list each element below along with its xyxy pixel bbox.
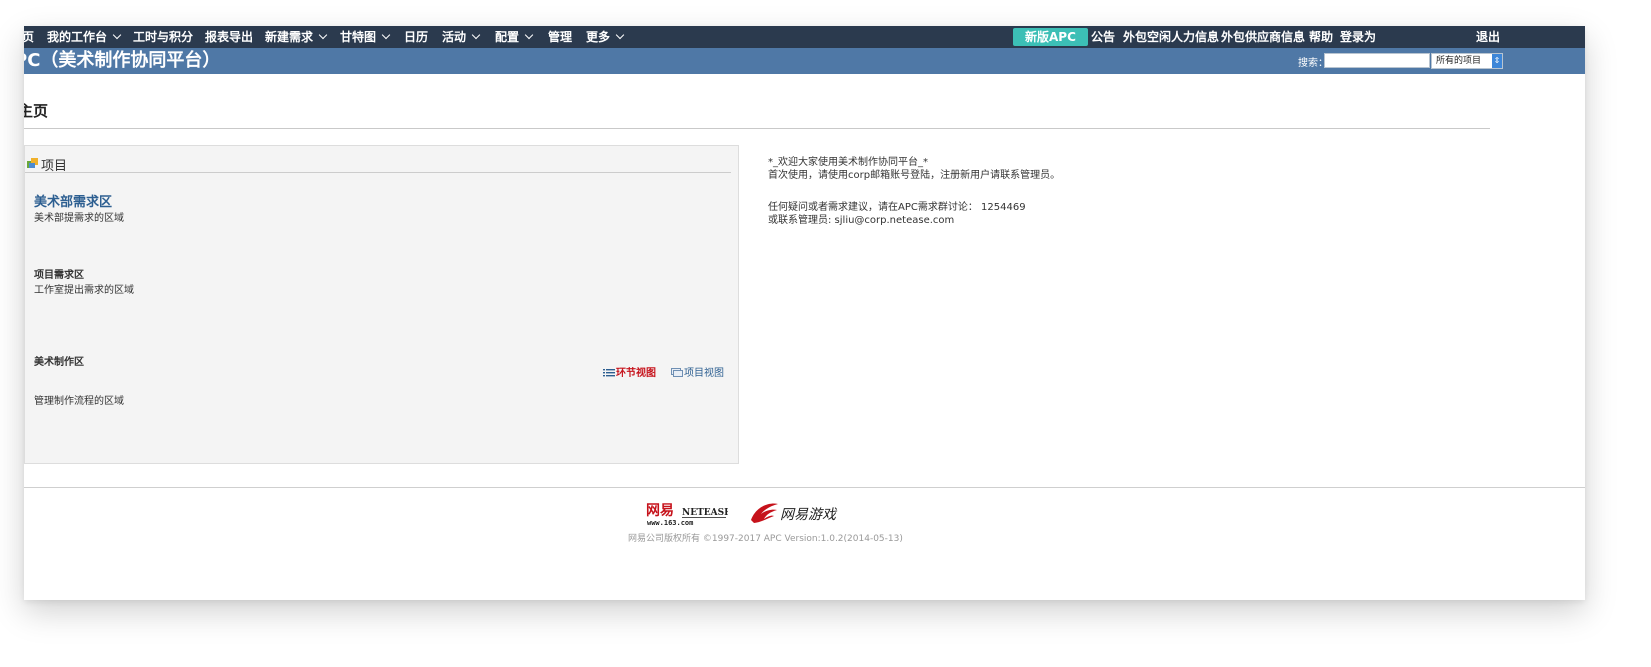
nav-config-label: 配置 bbox=[495, 30, 520, 44]
list-icon bbox=[603, 369, 615, 377]
nav-activity[interactable]: 活动 bbox=[442, 26, 481, 48]
project-view-label: 项目视图 bbox=[684, 368, 724, 379]
netease-games-logo: 网易游戏 bbox=[751, 503, 838, 523]
nav-activity-label: 活动 bbox=[442, 30, 467, 44]
stage-view-label: 环节视图 bbox=[616, 368, 656, 379]
chevron-down-icon bbox=[381, 30, 391, 40]
chevron-down-icon bbox=[524, 30, 534, 40]
nav-home-label: 页 bbox=[24, 30, 35, 44]
nav-manage-label: 管理 bbox=[548, 30, 573, 44]
search-input[interactable] bbox=[1324, 53, 1430, 68]
project-view-link[interactable]: 项目视图 bbox=[671, 364, 724, 379]
nav-new-request[interactable]: 新建需求 bbox=[265, 26, 328, 48]
zone-project-request-desc: 工作室提出需求的区域 bbox=[34, 285, 134, 296]
stage-view-link[interactable]: 环节视图 bbox=[603, 364, 656, 379]
search-scope-select[interactable]: 所有的项目 ⇕ bbox=[1431, 53, 1503, 69]
welcome-line-3: 任何疑问或者需求建议，请在APC需求群讨论： 1254469 bbox=[768, 202, 1026, 213]
nav-help[interactable]: 帮助 bbox=[1309, 26, 1333, 48]
heading-divider bbox=[24, 128, 1490, 129]
welcome-line-4: 或联系管理员: sjliu@corp.netease.com bbox=[768, 215, 955, 226]
search-scope-value: 所有的项目 bbox=[1436, 56, 1482, 66]
nav-report-export-label: 报表导出 bbox=[205, 30, 254, 44]
nav-outsource-vendor[interactable]: 外包供应商信息 bbox=[1221, 26, 1305, 48]
zone-art-production-link[interactable]: 美术制作区 bbox=[34, 353, 84, 368]
chevron-down-icon bbox=[112, 30, 122, 40]
netease-logo: 网易 NETEASE www.163.com bbox=[646, 503, 728, 527]
header-bar: PC（美术制作协同平台） 搜索： 所有的项目 ⇕ bbox=[24, 48, 1585, 74]
projects-panel: 项目 美术部需求区 美术部提需求的区域 项目需求区 工作室提出需求的区域 美术制… bbox=[24, 145, 739, 464]
nav-worktime-points[interactable]: 工时与积分 bbox=[133, 26, 193, 48]
nav-worktime-points-label: 工时与积分 bbox=[133, 30, 194, 44]
nav-announcement[interactable]: 公告 bbox=[1091, 26, 1115, 48]
nav-logout[interactable]: 退出 bbox=[1476, 26, 1500, 48]
nav-new-request-label: 新建需求 bbox=[265, 30, 314, 44]
project-folder-icon bbox=[27, 158, 38, 168]
nav-manage[interactable]: 管理 bbox=[548, 26, 572, 48]
panel-divider bbox=[25, 172, 731, 173]
select-arrows-icon: ⇕ bbox=[1492, 54, 1502, 68]
chevron-down-icon bbox=[318, 30, 328, 40]
zone-art-request-desc: 美术部提需求的区域 bbox=[34, 213, 124, 224]
nav-report-export[interactable]: 报表导出 bbox=[205, 26, 253, 48]
zone-art-production-desc: 管理制作流程的区域 bbox=[34, 396, 124, 407]
svg-text:网易: 网易 bbox=[646, 503, 674, 519]
welcome-line-1: *_欢迎大家使用美术制作协同平台_* bbox=[768, 157, 928, 168]
nav-more[interactable]: 更多 bbox=[586, 26, 625, 48]
svg-text:NETEASE: NETEASE bbox=[682, 508, 728, 518]
welcome-line-2: 首次使用，请使用corp邮箱账号登陆，注册新用户请联系管理员。 bbox=[768, 170, 1061, 181]
page-title: 主页 bbox=[24, 102, 49, 120]
window-stack-icon bbox=[671, 368, 683, 377]
nav-more-label: 更多 bbox=[586, 30, 611, 44]
copyright-text: 网易公司版权所有 ©1997-2017 APC Version:1.0.2(20… bbox=[628, 534, 903, 544]
svg-text:网易游戏: 网易游戏 bbox=[780, 507, 838, 523]
nav-outsource-idle[interactable]: 外包空闲人力信息 bbox=[1123, 26, 1219, 48]
svg-text:www.163.com: www.163.com bbox=[647, 519, 693, 527]
zone-art-request-link[interactable]: 美术部需求区 bbox=[34, 191, 112, 210]
top-nav-bar: 页 我的工作台 工时与积分 报表导出 新建需求 甘特图 日历 活动 配置 管理 … bbox=[24, 26, 1585, 48]
chevron-down-icon bbox=[615, 30, 625, 40]
nav-home[interactable]: 页 bbox=[24, 26, 34, 48]
welcome-message: *_欢迎大家使用美术制作协同平台_* 首次使用，请使用corp邮箱账号登陆，注册… bbox=[768, 156, 1060, 227]
nav-gantt[interactable]: 甘特图 bbox=[340, 26, 391, 48]
new-apc-button[interactable]: 新版APC bbox=[1013, 28, 1088, 46]
nav-my-workbench[interactable]: 我的工作台 bbox=[47, 26, 122, 48]
zone-project-request-link[interactable]: 项目需求区 bbox=[34, 266, 84, 281]
nav-calendar-label: 日历 bbox=[404, 30, 429, 44]
app-title: PC（美术制作协同平台） bbox=[24, 50, 221, 71]
app-window: 页 我的工作台 工时与积分 报表导出 新建需求 甘特图 日历 活动 配置 管理 … bbox=[24, 26, 1585, 600]
nav-my-workbench-label: 我的工作台 bbox=[47, 30, 108, 44]
nav-calendar[interactable]: 日历 bbox=[404, 26, 428, 48]
nav-login-as[interactable]: 登录为 bbox=[1340, 26, 1376, 48]
nav-config[interactable]: 配置 bbox=[495, 26, 534, 48]
chevron-down-icon bbox=[471, 30, 481, 40]
nav-gantt-label: 甘特图 bbox=[340, 30, 377, 44]
footer-divider bbox=[24, 487, 1585, 488]
